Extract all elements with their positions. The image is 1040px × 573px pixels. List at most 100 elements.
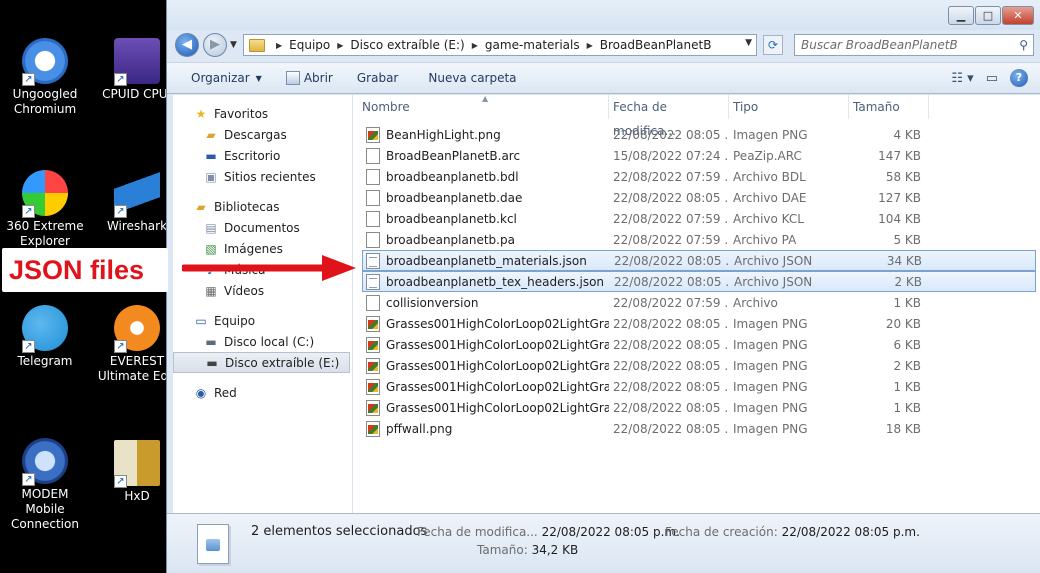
address-bar[interactable]: ▶ Equipo ▶ Disco extraíble (E:) ▶ game-mat… [243,34,757,56]
file-row[interactable]: broadbeanplanetb.dae 22/08/2022 08:05 ...… [354,187,1040,208]
close-button[interactable]: ✕ [1002,6,1034,25]
breadcrumb-equipo[interactable]: Equipo ▶ [289,38,350,52]
file-type: Archivo KCL [733,211,804,226]
file-name-cell[interactable]: BroadBeanPlanetB.arc [354,147,609,164]
nav-network[interactable]: ◉ Red [173,382,352,403]
file-name-cell[interactable]: broadbeanplanetb.dae [354,189,609,206]
file-type: Archivo PA [733,232,797,247]
file-type: Imagen PNG [733,358,808,373]
nav-local-disk[interactable]: ▬ Disco local (C:) [173,331,352,352]
file-name-cell[interactable]: broadbeanplanetb.kcl [354,210,609,227]
nav-desktop[interactable]: ▬ Escritorio [173,145,352,166]
file-row[interactable]: broadbeanplanetb.bdl 22/08/2022 07:59 ...… [354,166,1040,187]
nav-documents[interactable]: ▤ Documentos [173,217,352,238]
file-date: 22/08/2022 07:59 ... [613,295,729,310]
view-options-icon[interactable]: ☷ ▾ [951,71,973,86]
chevron-right-icon[interactable]: ▶ [276,41,282,50]
column-header-size[interactable]: Tamaño [849,95,929,119]
file-row[interactable]: BeanHighLight.png 22/08/2022 08:05 ... Ima… [354,124,1040,145]
file-type: Imagen PNG [733,400,808,415]
column-header-date[interactable]: Fecha de modifica... [609,95,729,138]
file-row[interactable]: Grasses001HighColorLoop02LightGray_... 22… [354,397,1040,418]
file-name-cell[interactable]: pffwall.png [354,420,609,437]
chevron-right-icon[interactable]: ▶ [337,41,343,50]
column-header-name[interactable]: ▲ Nombre [354,94,609,119]
file-name-cell[interactable]: Grasses001HighColorLoop02LightGray_... [354,378,609,395]
file-name-cell[interactable]: Grasses001HighColorLoop02LightGray.png [354,315,609,332]
file-name-cell[interactable]: broadbeanplanetb_materials.json [363,252,610,269]
organize-button[interactable]: Organizar ▼ [191,71,262,85]
file-row[interactable]: BroadBeanPlanetB.arc 15/08/2022 07:24 ...… [354,145,1040,166]
forward-button[interactable]: ▶ [203,33,227,57]
desktop-icon-chromium[interactable]: ↗ Ungoogled Chromium [0,38,90,117]
file-name: Grasses001HighColorLoop02LightGray_... [386,358,609,373]
file-name-cell[interactable]: Grasses001HighColorLoop02LightGray_... [354,357,609,374]
burn-button[interactable]: Grabar [357,71,399,85]
file-name-cell[interactable]: BeanHighLight.png [354,126,609,143]
column-header-type[interactable]: Tipo [729,95,849,119]
file-name-cell[interactable]: broadbeanplanetb.pa [354,231,609,248]
nav-videos[interactable]: ▦ Vídeos [173,280,352,301]
file-name-cell[interactable]: Grasses001HighColorLoop02LightGray_... [354,336,609,353]
breadcrumb-removable-disk[interactable]: Disco extraíble (E:) ▶ [350,38,484,52]
file-row[interactable]: pffwall.png 22/08/2022 08:05 ... Imagen PN… [354,418,1040,439]
search-input[interactable]: Buscar BroadBeanPlanetB ⚲ [794,34,1034,56]
nav-removable-disk[interactable]: ▬ Disco extraíble (E:) [173,352,350,373]
file-name-cell[interactable]: broadbeanplanetb.bdl [354,168,609,185]
file-row[interactable]: Grasses001HighColorLoop02LightGray.png 22… [354,313,1040,334]
desktop-icon-360[interactable]: ↗ 360 Extreme Explorer [0,170,90,249]
preview-pane-icon[interactable]: ▭ [986,71,998,86]
file-name-cell[interactable]: Grasses001HighColorLoop02LightGray_... [354,399,609,416]
breadcrumb-current-folder[interactable]: BroadBeanPlanetB [600,38,712,52]
history-dropdown[interactable]: ▼ [230,40,237,50]
refresh-button[interactable]: ⟳ [763,35,783,55]
nav-favorites[interactable]: ★ Favoritos [173,103,352,124]
file-name: broadbeanplanetb_tex_headers.json [386,274,605,289]
maximize-button[interactable]: □ [975,6,1001,25]
nav-computer[interactable]: ▭ Equipo [173,310,352,331]
back-arrow-icon: ◀ [182,37,192,52]
new-folder-button[interactable]: Nueva carpeta [428,71,516,85]
nav-label: Vídeos [224,283,265,298]
file-name-cell[interactable]: broadbeanplanetb_tex_headers.json [363,273,610,290]
open-button[interactable]: Abrir [285,71,333,85]
file-row[interactable]: broadbeanplanetb.kcl 22/08/2022 07:59 ...… [354,208,1040,229]
address-dropdown-icon[interactable]: ▼ [745,38,752,48]
file-row[interactable]: Grasses001HighColorLoop02LightGray_... 22… [354,334,1040,355]
file-size: 104 KB [878,211,921,226]
desktop-icon-modem[interactable]: ↗ MODEM Mobile Connection [0,438,90,532]
explorer-window: ▁ □ ✕ ◀ ▶ ▼ ▶ Equipo ▶ Disco extraíble (E… [166,0,1040,573]
desktop-folder-icon: ▬ [205,148,217,163]
file-name: broadbeanplanetb.dae [386,190,523,205]
file-row[interactable]: Grasses001HighColorLoop02LightGray_... 22… [354,376,1040,397]
file-date: 15/08/2022 07:24 ... [613,148,729,163]
desktop-icon-label: Telegram [17,354,73,368]
file-size: 34 KB [886,253,922,268]
desktop-icon-label: 360 Extreme [6,219,84,233]
address-row: ◀ ▶ ▼ ▶ Equipo ▶ Disco extraíble (E:) ▶ ga… [167,30,1040,60]
file-row[interactable]: broadbeanplanetb_tex_headers.json 22/08/2… [362,271,1036,292]
chevron-right-icon[interactable]: ▶ [472,41,478,50]
search-icon[interactable]: ⚲ [1019,35,1028,55]
videos-icon: ▦ [205,283,217,298]
minimize-button[interactable]: ▁ [948,6,974,25]
desktop-icon-label: Ungoogled [12,87,78,101]
file-row[interactable]: broadbeanplanetb_materials.json 22/08/202… [362,250,1036,271]
nav-downloads[interactable]: ▰ Descargas [173,124,352,145]
back-button[interactable]: ◀ [175,33,199,57]
file-rows: BeanHighLight.png 22/08/2022 08:05 ... Ima… [354,124,1040,439]
nav-recent[interactable]: ▣ Sitios recientes [173,166,352,187]
file-row[interactable]: Grasses001HighColorLoop02LightGray_... 22… [354,355,1040,376]
breadcrumb-game-materials[interactable]: game-materials ▶ [485,38,600,52]
everest-icon: ↗ [114,305,160,353]
size-label: Tamaño: [477,543,528,557]
file-row[interactable]: collisionversion 22/08/2022 07:59 ... Arch… [354,292,1040,313]
nav-libraries[interactable]: ▰ Bibliotecas [173,196,352,217]
file-row[interactable]: broadbeanplanetb.pa 22/08/2022 07:59 ... A… [354,229,1040,250]
file-name: broadbeanplanetb_materials.json [386,253,587,268]
file-name-cell[interactable]: collisionversion [354,294,609,311]
created-value: 22/08/2022 08:05 p.m. [781,525,920,539]
chevron-right-icon[interactable]: ▶ [587,41,593,50]
desktop-icon-telegram[interactable]: ↗ Telegram [0,305,90,369]
help-icon[interactable]: ? [1010,69,1028,87]
